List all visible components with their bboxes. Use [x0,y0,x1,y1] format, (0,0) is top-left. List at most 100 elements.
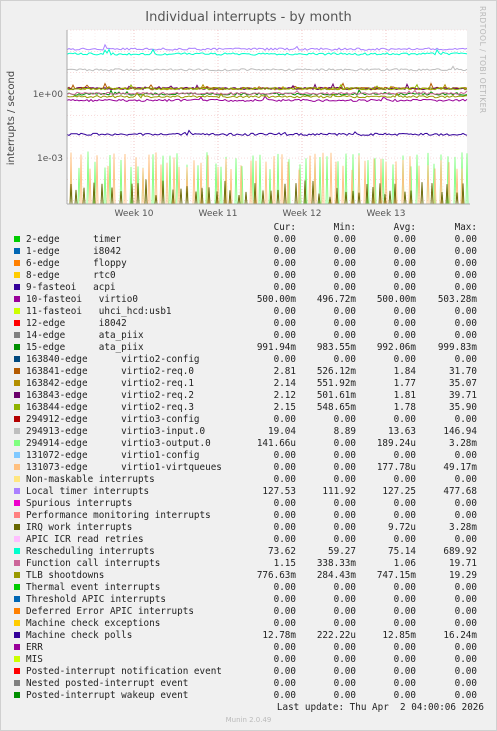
legend-series-name: Threshold APIC interrupts [26,594,166,605]
legend-row: APIC ICR read retries 0.00 0.00 0.00 0.00 [14,534,484,546]
legend-series-name: 8-edge rtc0 [26,270,116,281]
legend-series-name: Performance monitoring interrupts [26,510,211,521]
legend-series-name: 163841-edge virtio2-req.0 [26,366,194,377]
legend-max-value: 999.83m [437,342,477,353]
legend-swatch [14,440,20,446]
legend-series-name: ERR [26,642,43,653]
legend-swatch [14,584,20,590]
legend-swatch [14,368,20,374]
legend-swatch [14,392,20,398]
legend-series-name: 15-edge ata_piix [26,342,144,353]
legend-header: Cur: Min: Avg: Max: [14,222,484,234]
legend-swatch [14,260,20,266]
legend-max-value: 0.00 [454,690,477,701]
legend-max-value: 0.00 [454,330,477,341]
legend-series-name: 12-edge i8042 [26,318,127,329]
legend-series-name: Local timer interrupts [26,486,150,497]
y-tick-label: 1e-03 [37,154,63,164]
legend-series-name: 6-edge floppy [26,258,127,269]
legend-swatch [14,692,20,698]
legend-row: 163844-edge virtio2-req.3 2.15 548.65m 1.78… [14,402,484,414]
legend-series-name: 131073-edge virtio1-virtqueues [26,462,222,473]
legend-series-name: MIS [26,654,43,665]
legend-row: 8-edge rtc0 0.00 0.00 0.00 0.00 [14,270,484,282]
legend-max-value: 0.00 [454,678,477,689]
legend-series-name: TLB shootdowns [26,570,105,581]
legend-table: Cur: Min: Avg: Max: 2-edge timer 0.00 0.00… [14,222,484,702]
legend-swatch [14,236,20,242]
legend-max-value: 0.00 [454,654,477,665]
legend-swatch [14,680,20,686]
legend-row: 12-edge i8042 0.00 0.00 0.00 0.00 [14,318,484,330]
legend-swatch [14,596,20,602]
legend-row: Spurious interrupts 0.00 0.00 0.00 0.00 [14,498,484,510]
legend-swatch [14,308,20,314]
legend-max-value: 0.00 [454,306,477,317]
legend-max-value: 16.24m [443,630,477,641]
legend-series-name: 163842-edge virtio2-req.1 [26,378,194,389]
legend-series-name: Machine check polls [26,630,133,641]
legend-max-value: 0.00 [454,234,477,245]
legend-series-name: Deferred Error APIC interrupts [26,606,194,617]
legend-series-name: Function call interrupts [26,558,161,569]
legend-series-name: Machine check exceptions [26,618,161,629]
legend-row: Rescheduling interrupts 73.62 59.27 75.14 68… [14,546,484,558]
legend-swatch [14,272,20,278]
legend-swatch [14,548,20,554]
legend-row: 163841-edge virtio2-req.0 2.81 526.12m 1.84… [14,366,484,378]
legend-max-value: 19.71 [449,558,477,569]
legend-swatch [14,344,20,350]
legend-swatch [14,500,20,506]
legend-max-value: 0.00 [454,510,477,521]
x-tick-label: Week 10 [115,209,154,219]
legend-rows: 2-edge timer 0.00 0.00 0.00 0.00 1-edge i8042… [14,234,484,702]
legend-row: 14-edge ata_piix 0.00 0.00 0.00 0.00 [14,330,484,342]
legend-row: 294914-edge virtio3-output.0 141.66u 0.00 1… [14,438,484,450]
legend-max-value: 0.00 [454,534,477,545]
legend-series-name: Non-maskable interrupts [26,474,155,485]
legend-swatch [14,632,20,638]
munin-version: Munin 2.0.49 [225,716,272,724]
legend-row: Threshold APIC interrupts 0.00 0.00 0.00 0.0… [14,594,484,606]
legend-series-name: Rescheduling interrupts [26,546,155,557]
legend-max-value: 0.00 [454,318,477,329]
legend-row: 131073-edge virtio1-virtqueues 0.00 0.00 17… [14,462,484,474]
col-max: Max: [454,222,477,233]
legend-swatch [14,560,20,566]
legend-swatch [14,296,20,302]
legend-row: Function call interrupts 1.15 338.33m 1.06 1… [14,558,484,570]
legend-max-value: 0.00 [454,642,477,653]
legend-swatch [14,608,20,614]
legend-max-value: 0.00 [454,594,477,605]
legend-swatch [14,536,20,542]
legend-swatch [14,668,20,674]
legend-row: Posted-interrupt notification event 0.00 0… [14,666,484,678]
legend-series-name: 131072-edge virtio1-config [26,450,200,461]
legend-max-value: 3.28m [449,438,477,449]
legend-row: 15-edge ata_piix 991.94m 983.55m 992.06m 999… [14,342,484,354]
legend-max-value: 0.00 [454,258,477,269]
legend-row: 163843-edge virtio2-req.2 2.12 501.61m 1.81… [14,390,484,402]
legend-series-name: IRQ work interrupts [26,522,133,533]
legend-row: MIS 0.00 0.00 0.00 0.00 [14,654,484,666]
legend-row: 163842-edge virtio2-req.1 2.14 551.92m 1.77… [14,378,484,390]
legend-max-value: 503.28m [437,294,477,305]
legend-series-name: 294914-edge virtio3-output.0 [26,438,211,449]
legend-swatch [14,488,20,494]
legend-series-name: Posted-interrupt notification event [26,666,222,677]
legend-max-value: 0.00 [454,282,477,293]
legend-max-value: 689.92 [443,546,477,557]
legend-max-value: 0.00 [454,354,477,365]
legend-row: 131072-edge virtio1-config 0.00 0.00 0.00 0.… [14,450,484,462]
legend-swatch [14,464,20,470]
legend-max-value: 0.00 [454,270,477,281]
legend-series-name: 163840-edge virtio2-config [26,354,200,365]
legend-row: Local timer interrupts 127.53 111.92 127.25… [14,486,484,498]
legend-row: ERR 0.00 0.00 0.00 0.00 [14,642,484,654]
legend-max-value: 0.00 [454,618,477,629]
x-tick-label: Week 12 [283,209,322,219]
legend-row: Performance monitoring interrupts 0.00 0.0… [14,510,484,522]
legend-swatch [14,404,20,410]
legend-row: 163840-edge virtio2-config 0.00 0.00 0.00 0.… [14,354,484,366]
legend-max-value: 0.00 [454,414,477,425]
